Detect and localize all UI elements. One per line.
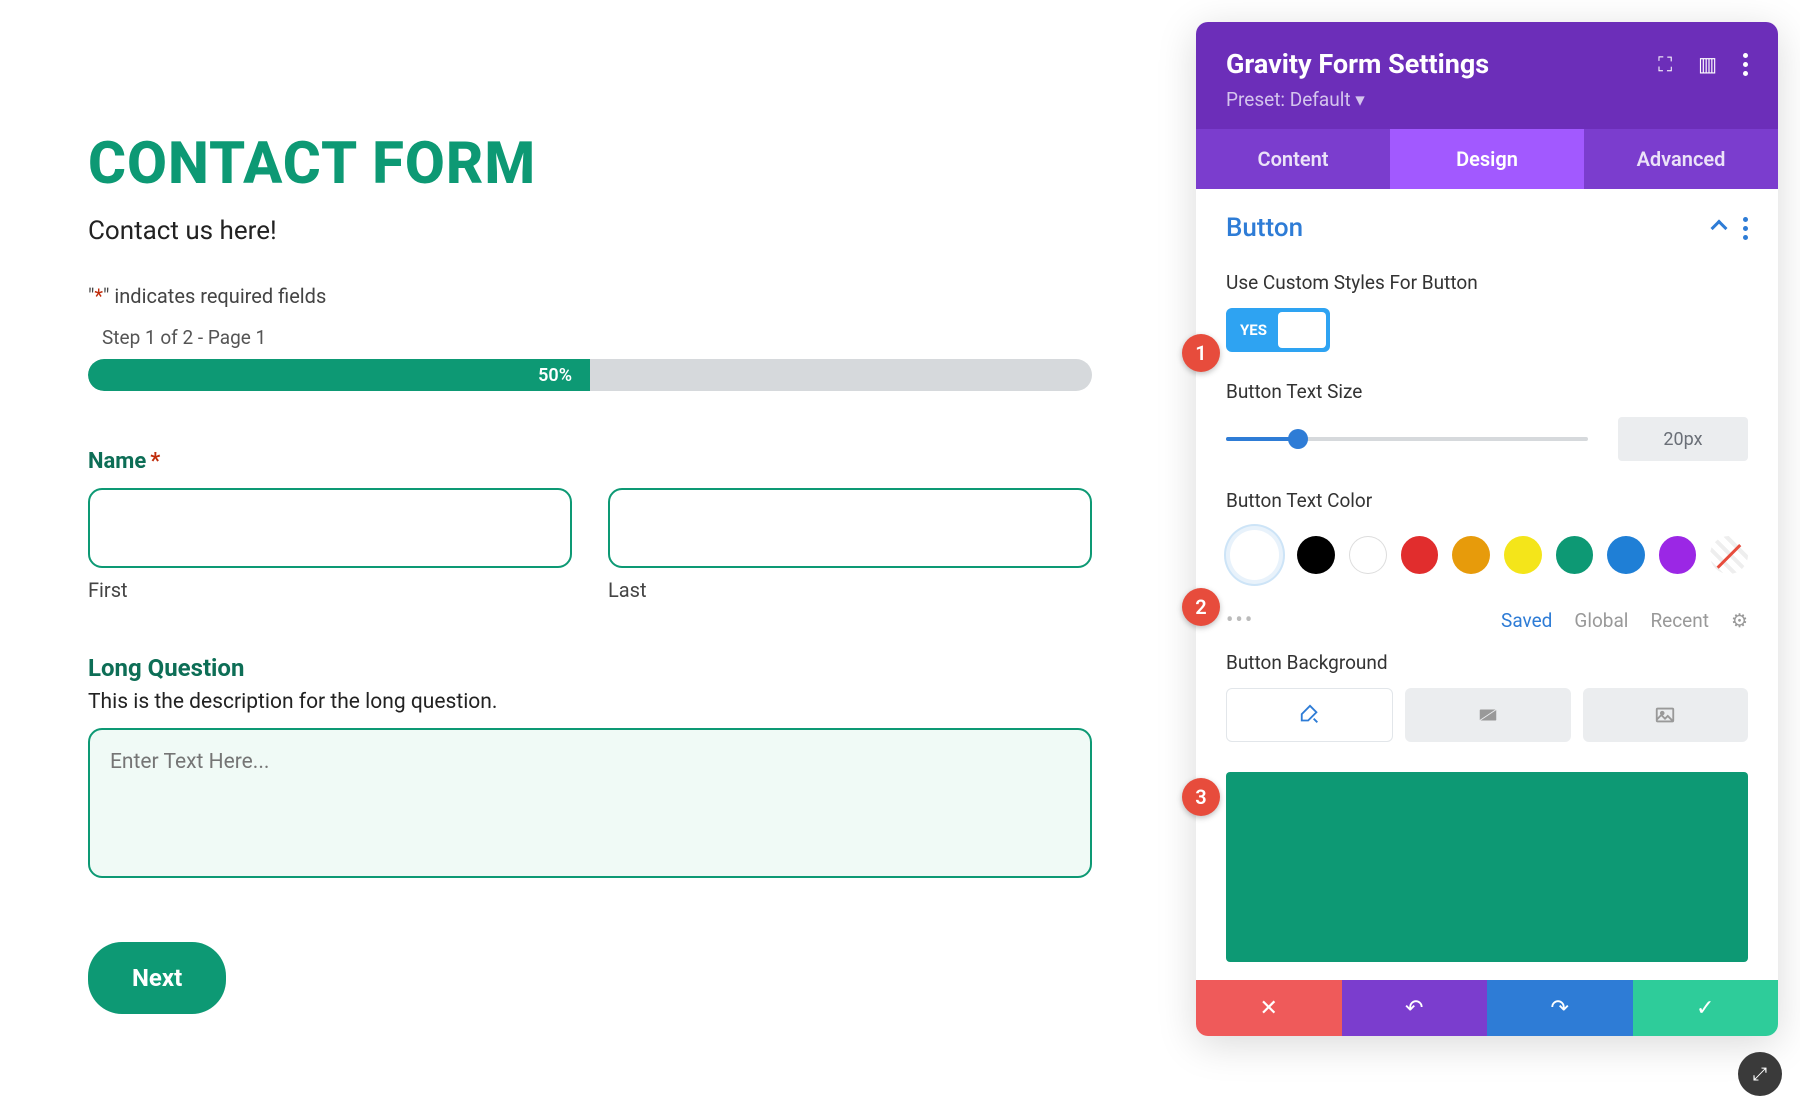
slider-thumb[interactable] <box>1288 429 1308 449</box>
swatch-purple[interactable] <box>1659 536 1697 574</box>
next-button[interactable]: Next <box>88 942 226 1014</box>
progress-fill: 50% <box>88 359 590 391</box>
bg-tab-color[interactable] <box>1226 688 1393 742</box>
more-icon[interactable] <box>1743 53 1748 76</box>
panel-footer: ✕ ↶ ↷ ✓ <box>1196 980 1778 1036</box>
required-note: "*" indicates required fields <box>88 284 1092 308</box>
swatch-red[interactable] <box>1401 536 1439 574</box>
long-question-desc: This is the description for the long que… <box>88 690 1092 714</box>
text-size-value[interactable]: 20px <box>1618 417 1748 461</box>
form-area: CONTACT FORM Contact us here! "*" indica… <box>0 0 1180 1014</box>
bg-block: Button Background <box>1196 633 1778 752</box>
text-size-block: Button Text Size 20px <box>1196 362 1778 471</box>
text-color-block: Button Text Color <box>1196 471 1778 594</box>
close-button[interactable]: ✕ <box>1196 980 1342 1036</box>
save-button[interactable]: ✓ <box>1633 980 1779 1036</box>
panel-header: Gravity Form Settings ⛶ ▥ Preset: Defaul… <box>1196 22 1778 129</box>
use-custom-block: Use Custom Styles For Button YES <box>1196 253 1778 362</box>
swatch-selected[interactable] <box>1226 526 1283 584</box>
toggle-knob <box>1278 312 1326 348</box>
first-label: First <box>88 578 572 602</box>
panel-title: Gravity Form Settings <box>1226 48 1489 80</box>
tab-design[interactable]: Design <box>1390 129 1584 189</box>
swatch-green[interactable] <box>1556 536 1594 574</box>
swatch-blue[interactable] <box>1607 536 1645 574</box>
step-indicator: Step 1 of 2 - Page 1 <box>88 326 1092 349</box>
swatch-orange[interactable] <box>1452 536 1490 574</box>
form-title: CONTACT FORM <box>88 130 1092 198</box>
undo-button[interactable]: ↶ <box>1342 980 1488 1036</box>
panel-tabs: Content Design Advanced <box>1196 129 1778 189</box>
section-title: Button <box>1226 213 1303 243</box>
redo-button[interactable]: ↷ <box>1487 980 1633 1036</box>
section-more-icon[interactable] <box>1743 217 1748 240</box>
annotation-badge-2: 2 <box>1182 588 1220 626</box>
long-question-textarea[interactable] <box>88 728 1092 878</box>
swatch-toolbar: ••• Saved Global Recent ⚙ <box>1196 594 1778 633</box>
swatch-tab-global[interactable]: Global <box>1574 609 1628 632</box>
use-custom-label: Use Custom Styles For Button <box>1226 271 1748 294</box>
gear-icon[interactable]: ⚙ <box>1731 609 1748 632</box>
text-size-label: Button Text Size <box>1226 380 1748 403</box>
expand-panel-button[interactable]: ⤢ <box>1738 1052 1782 1096</box>
color-swatches <box>1226 526 1748 584</box>
use-custom-toggle[interactable]: YES <box>1226 308 1330 352</box>
expand-icon[interactable]: ⛶ <box>1658 52 1672 76</box>
tab-content[interactable]: Content <box>1196 129 1390 189</box>
tab-advanced[interactable]: Advanced <box>1584 129 1778 189</box>
text-size-slider[interactable] <box>1226 437 1588 441</box>
swatch-white[interactable] <box>1349 536 1387 574</box>
asterisk-icon: * <box>94 284 103 308</box>
preset-dropdown[interactable]: Preset: Default ▾ <box>1226 88 1748 111</box>
bg-tab-gradient[interactable] <box>1405 688 1570 742</box>
first-name-input[interactable] <box>88 488 572 568</box>
columns-icon[interactable]: ▥ <box>1698 52 1717 76</box>
last-label: Last <box>608 578 1092 602</box>
text-color-label: Button Text Color <box>1226 489 1748 512</box>
bg-preview[interactable] <box>1226 772 1748 962</box>
settings-panel: Gravity Form Settings ⛶ ▥ Preset: Defaul… <box>1196 22 1778 1036</box>
swatch-black[interactable] <box>1297 536 1335 574</box>
swatch-tab-saved[interactable]: Saved <box>1501 609 1552 632</box>
button-section: Button <box>1196 189 1778 253</box>
swatch-none[interactable] <box>1710 536 1748 574</box>
swatch-yellow[interactable] <box>1504 536 1542 574</box>
more-swatches-icon[interactable]: ••• <box>1226 608 1254 633</box>
name-label: Name* <box>88 449 1092 474</box>
last-name-input[interactable] <box>608 488 1092 568</box>
collapse-icon[interactable] <box>1713 219 1725 238</box>
bg-label: Button Background <box>1226 651 1748 674</box>
swatch-tab-recent[interactable]: Recent <box>1650 609 1709 632</box>
annotation-badge-3: 3 <box>1182 778 1220 816</box>
annotation-badge-1: 1 <box>1182 334 1220 372</box>
progress-bar: 50% <box>88 359 1092 391</box>
name-row: First Last <box>88 488 1092 602</box>
bg-tab-image[interactable] <box>1583 688 1748 742</box>
form-subtitle: Contact us here! <box>88 216 1092 246</box>
long-question-label: Long Question <box>88 654 1092 682</box>
